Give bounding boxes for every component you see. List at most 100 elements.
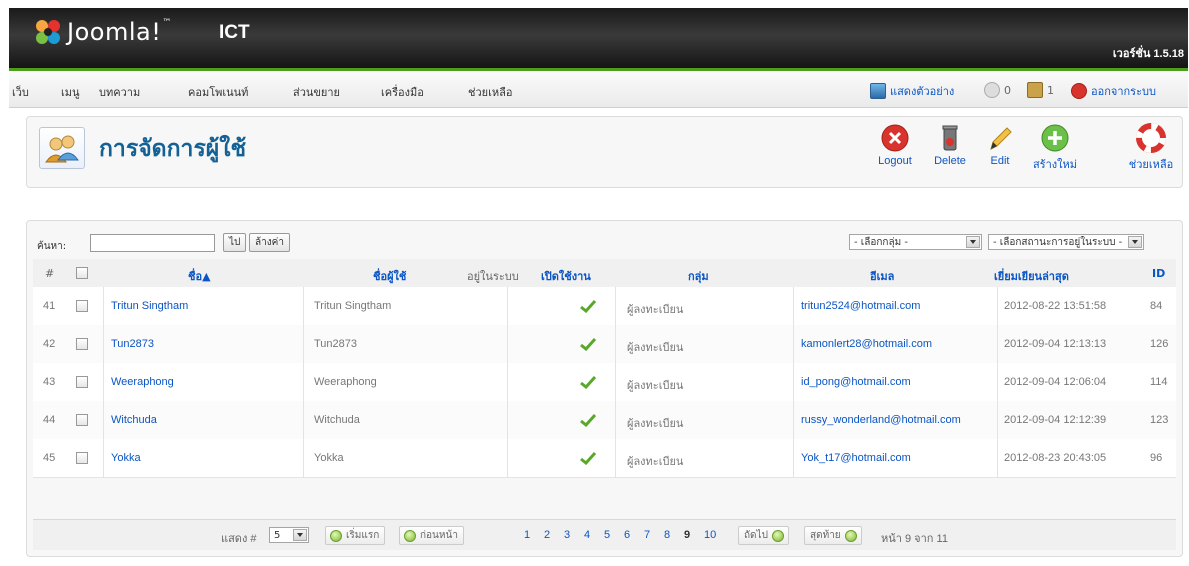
row-checkbox[interactable] [76,300,88,312]
joomla-logo-icon [36,20,60,44]
group-cell: ผู้ลงทะเบียน [627,418,684,430]
status-select[interactable]: - เลือกสถานะการอยู่ในระบบ - [988,234,1144,250]
plus-icon [1041,124,1069,152]
row-number: 43 [43,376,56,388]
enabled-check-icon[interactable] [579,337,597,351]
column-divider [615,287,616,325]
start-icon [330,530,342,542]
help-button[interactable]: ช่วยเหลือ [1123,123,1179,173]
chevron-down-icon [1128,236,1142,248]
users-online-status[interactable]: 1 [1027,82,1054,98]
chevron-down-icon [966,236,980,248]
email-link[interactable]: russy_wonderland@hotmail.com [801,414,961,426]
email-link[interactable]: kamonlert28@hotmail.com [801,338,932,350]
username-cell: Tritun Singtham [314,300,392,312]
page-number-7[interactable]: 7 [644,529,650,541]
next-page-button[interactable]: ถัดไป [738,526,789,545]
page-number-8[interactable]: 8 [664,529,670,541]
row-number: 41 [43,300,56,312]
select-all-checkbox[interactable] [76,267,88,279]
user-name-link[interactable]: Weeraphong [111,376,174,388]
username-cell: Witchuda [314,414,360,426]
page-number-9: 9 [684,529,691,541]
display-limit-select[interactable]: 5 [269,527,309,543]
column-divider [303,363,304,401]
menu-content[interactable]: บทความ [99,83,140,101]
email-link[interactable]: Yok_t17@hotmail.com [801,452,911,464]
page-number-6[interactable]: 6 [624,529,630,541]
group-select[interactable]: - เลือกกลุ่ม - [849,234,982,250]
header-enabled[interactable]: เปิดใช้งาน [541,267,591,285]
menu-help[interactable]: ช่วยเหลือ [468,83,512,101]
column-divider [793,439,794,477]
enabled-check-icon[interactable] [579,451,597,465]
email-link[interactable]: tritun2524@hotmail.com [801,300,920,312]
logo-text: Joomla!™ [67,18,172,46]
row-checkbox[interactable] [76,414,88,426]
header-username[interactable]: ชื่อผู้ใช้ [373,267,406,285]
logout-icon [881,124,909,152]
column-divider [103,363,104,401]
page-title: การจัดการผู้ใช้ [99,136,247,162]
page-number-4[interactable]: 4 [584,529,590,541]
page-info: หน้า 9 จาก 11 [881,533,948,545]
page-number-3[interactable]: 3 [564,529,570,541]
prev-page-button[interactable]: ก่อนหน้า [399,526,464,545]
enabled-check-icon[interactable] [579,299,597,313]
row-checkbox[interactable] [76,376,88,388]
column-divider [103,439,104,477]
column-divider [103,401,104,439]
search-input[interactable] [90,234,215,252]
last-page-button[interactable]: สุดท้าย [804,526,862,545]
page-number-10[interactable]: 10 [704,529,716,541]
menu-components[interactable]: คอมโพเนนท์ [188,83,248,101]
edit-button[interactable]: Edit [972,123,1028,167]
menu-menus[interactable]: เมนู [61,83,80,101]
last-visit-cell: 2012-09-04 12:13:13 [1004,338,1107,350]
user-name-link[interactable]: Yokka [111,452,141,464]
header-email[interactable]: อีเมล [870,267,894,285]
page-number-2[interactable]: 2 [544,529,550,541]
preview-link[interactable]: แสดงตัวอย่าง [870,82,954,100]
enabled-check-icon[interactable] [579,413,597,427]
header-name[interactable]: ชื่อ▲ [188,267,211,285]
column-divider [997,287,998,325]
user-list-panel: ค้นหา: ไป ล้างค่า - เลือกกลุ่ม - - เลือก… [26,220,1183,557]
menu-extensions[interactable]: ส่วนขยาย [293,83,340,101]
email-link[interactable]: id_pong@hotmail.com [801,376,911,388]
next-icon [771,530,784,542]
logout-link[interactable]: ออกจากระบบ [1071,82,1156,100]
group-cell: ผู้ลงทะเบียน [627,342,684,354]
column-divider [103,287,104,325]
user-name-link[interactable]: Tritun Singtham [111,300,188,312]
column-divider [303,439,304,477]
id-cell: 96 [1150,452,1163,464]
column-divider [507,439,508,477]
header-id[interactable]: ID [1152,267,1165,280]
menu-tools[interactable]: เครื่องมือ [381,83,424,101]
header-group[interactable]: กลุ่ม [688,267,709,285]
first-page-button[interactable]: เริ่มแรก [325,526,386,545]
id-cell: 114 [1150,376,1168,388]
reset-button[interactable]: ล้างค่า [249,233,290,252]
new-button[interactable]: สร้างใหม่ [1027,123,1083,173]
row-checkbox[interactable] [76,452,88,464]
row-checkbox[interactable] [76,338,88,350]
messages-status[interactable]: 0 [984,82,1011,98]
page-number-5[interactable]: 5 [604,529,610,541]
table-row: 45 Yokka Yokka ผู้ลงทะเบียน Yok_t17@hotmail.… [33,439,1176,478]
message-icon [984,82,1000,98]
menu-site[interactable]: เว็บ [12,83,29,101]
header-last-visit[interactable]: เยี่ยมเยียนล่าสุด [994,267,1069,285]
id-cell: 126 [1150,338,1169,350]
logout-button[interactable]: Logout [867,123,923,167]
page-number-1[interactable]: 1 [524,529,530,541]
column-divider [507,287,508,325]
column-divider [303,325,304,363]
user-name-link[interactable]: Witchuda [111,414,157,426]
delete-button[interactable]: Delete [922,123,978,167]
go-button[interactable]: ไป [223,233,247,252]
group-cell: ผู้ลงทะเบียน [627,304,684,316]
user-name-link[interactable]: Tun2873 [111,338,154,350]
enabled-check-icon[interactable] [579,375,597,389]
